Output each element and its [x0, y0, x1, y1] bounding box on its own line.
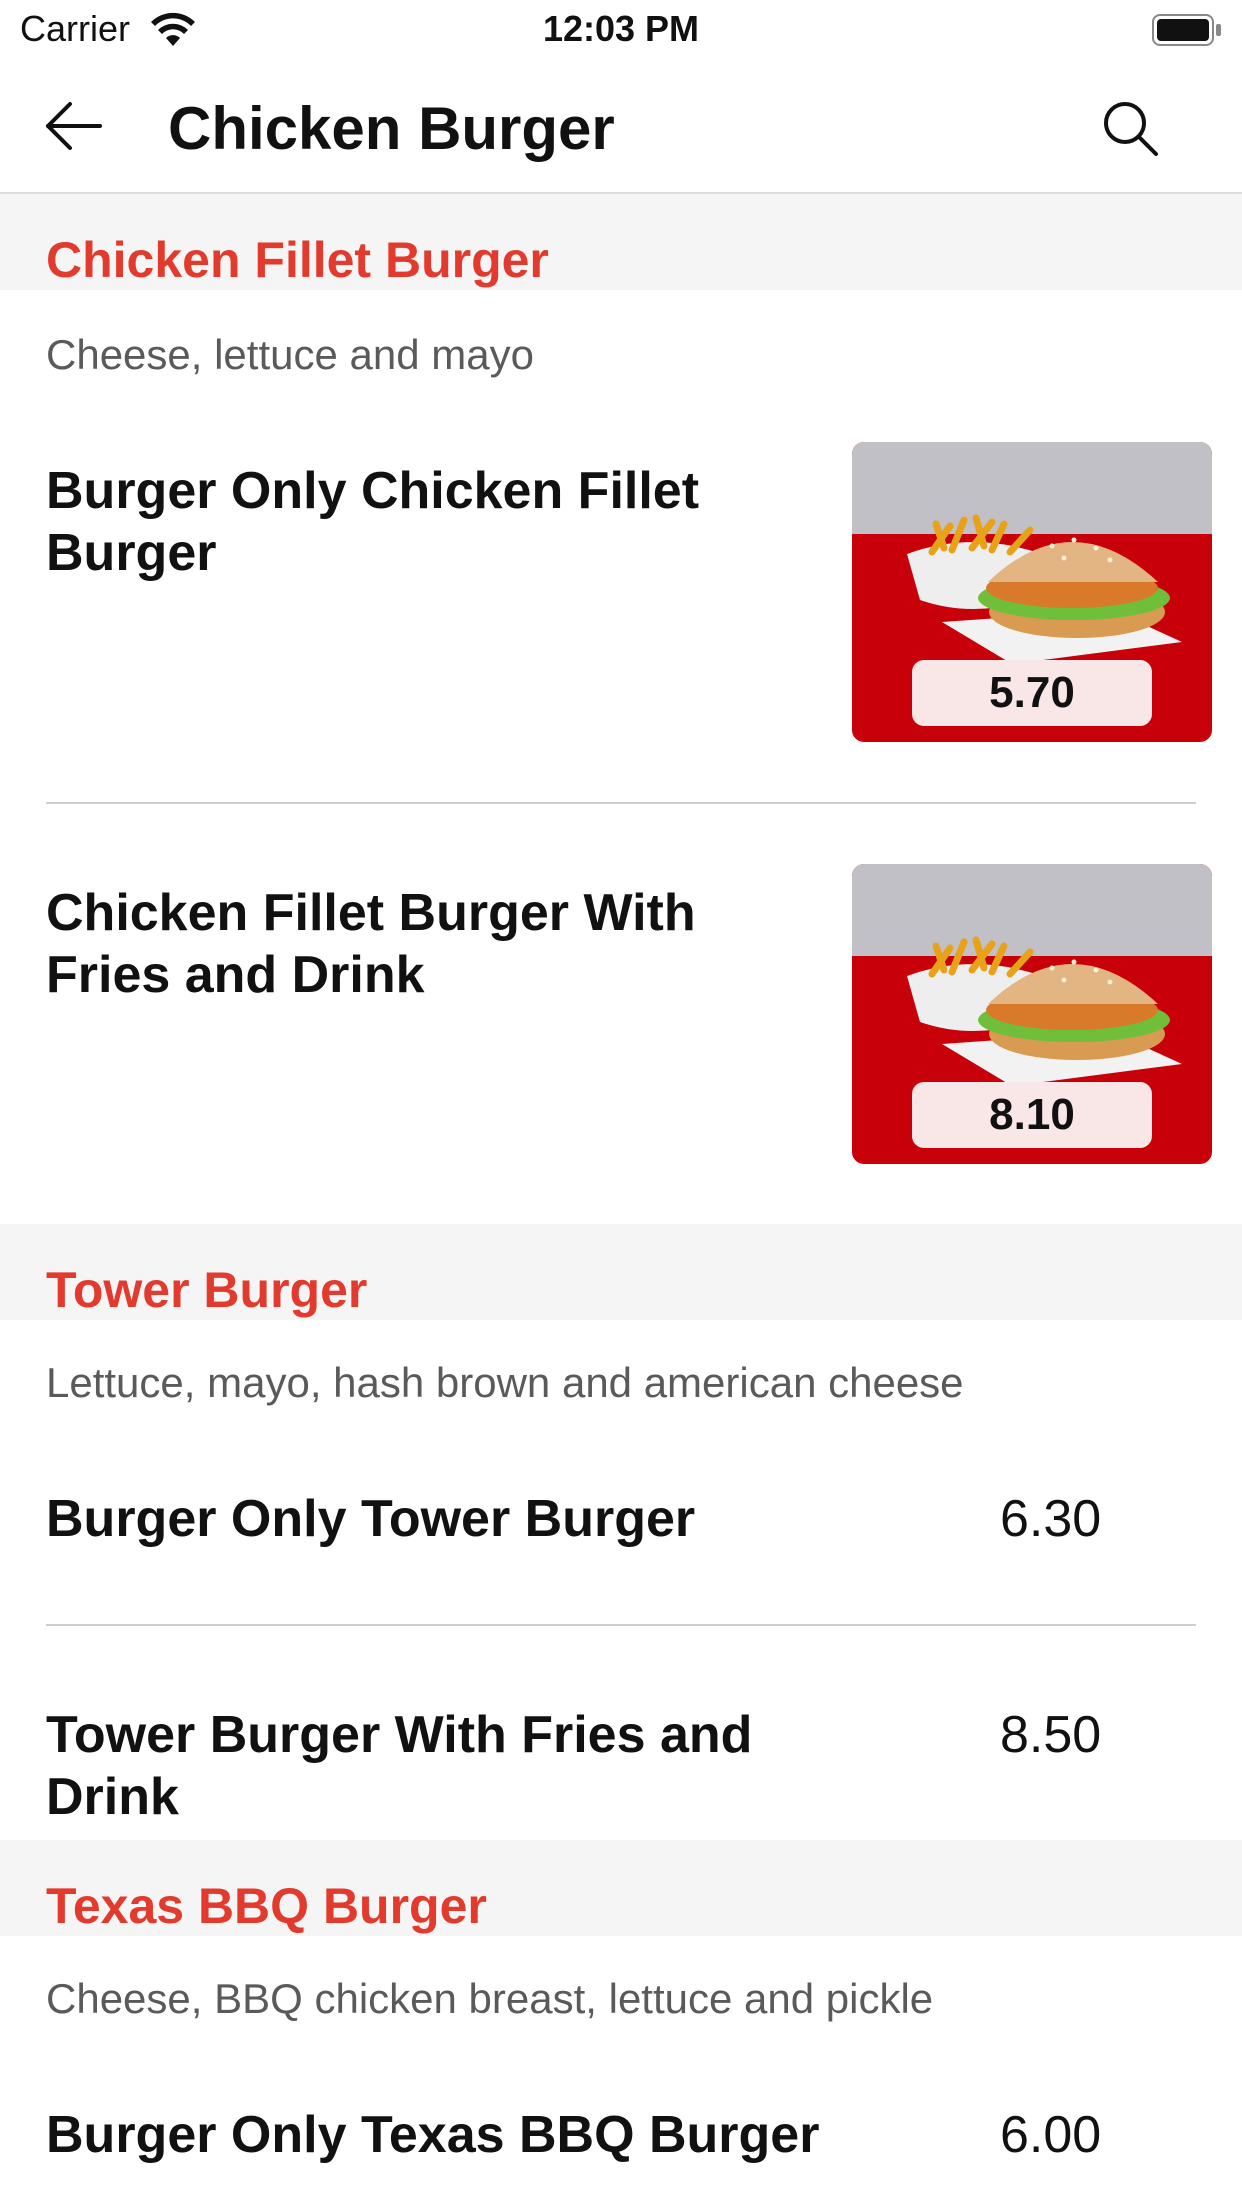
section-title: Texas BBQ Burger	[46, 1878, 487, 1934]
menu-item-name[interactable]: Chicken Fillet Burger With Fries and Dri…	[46, 882, 826, 1006]
section-description: Lettuce, mayo, hash brown and american c…	[46, 1359, 964, 1406]
menu-item-name[interactable]: Burger Only Texas BBQ Burger	[46, 2104, 826, 2166]
divider	[46, 1624, 1196, 1626]
status-bar: Carrier 12:03 PM	[0, 0, 1242, 60]
item-thumbnail[interactable]: 8.10	[852, 864, 1212, 1164]
price-badge: 8.10	[912, 1082, 1152, 1148]
section-header-texas-bbq: Texas BBQ Burger	[0, 1840, 1242, 1936]
menu-item-name[interactable]: Burger Only Chicken Fillet Burger	[46, 460, 826, 584]
section-description: Cheese, BBQ chicken breast, lettuce and …	[46, 1975, 934, 2022]
item-price: 6.30	[1000, 1490, 1102, 1548]
status-time: 12:03 PM	[542, 8, 700, 49]
page-title: Chicken Burger	[168, 95, 615, 162]
nav-bar: Chicken Burger	[0, 60, 1242, 194]
arrow-left-icon[interactable]	[40, 94, 110, 158]
battery-icon	[1152, 14, 1221, 46]
section-title: Chicken Fillet Burger	[46, 232, 549, 288]
search-icon[interactable]	[1098, 96, 1162, 160]
menu-item-name[interactable]: Tower Burger With Fries and Drink	[46, 1704, 826, 1828]
section-title: Tower Burger	[46, 1262, 368, 1318]
section-header-chicken-fillet: Chicken Fillet Burger	[0, 194, 1242, 290]
section-description: Cheese, lettuce and mayo	[46, 331, 534, 378]
menu-item-name[interactable]: Burger Only Tower Burger	[46, 1488, 826, 1550]
item-thumbnail[interactable]: 5.70	[852, 442, 1212, 742]
item-price: 8.50	[1000, 1706, 1102, 1764]
divider	[46, 802, 1196, 804]
price-badge: 5.70	[912, 660, 1152, 726]
section-header-tower-burger: Tower Burger	[0, 1224, 1242, 1320]
item-price: 6.00	[1000, 2106, 1102, 2164]
